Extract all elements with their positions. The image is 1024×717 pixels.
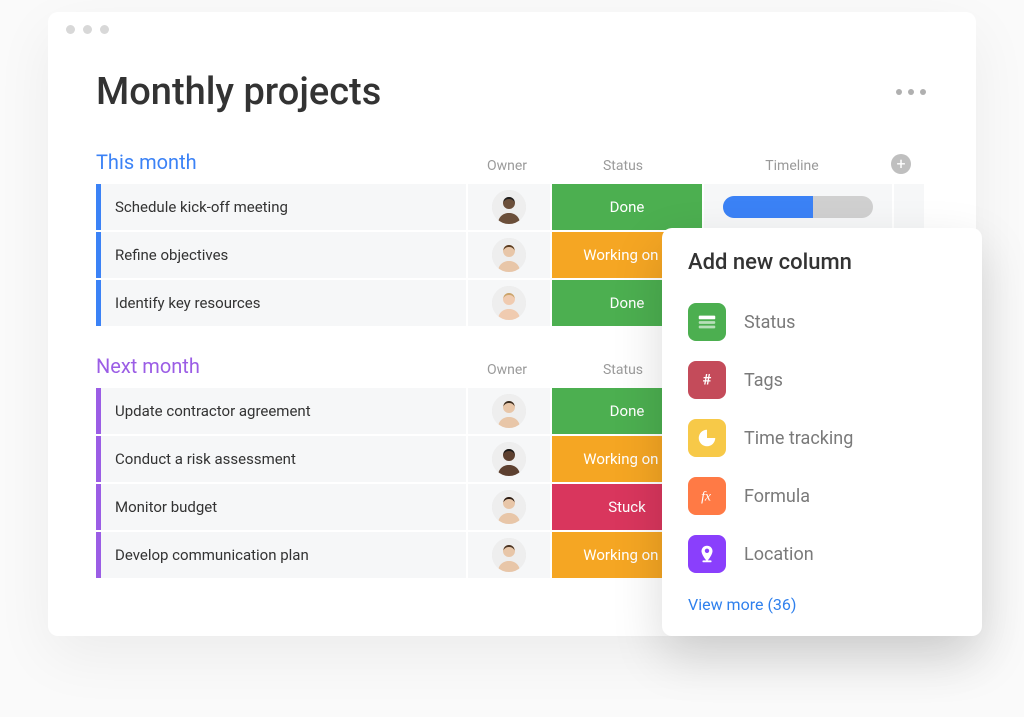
owner-cell[interactable] — [468, 532, 550, 578]
item-name-cell[interactable]: Identify key resources — [96, 280, 466, 326]
board-more-menu[interactable] — [896, 89, 936, 95]
avatar[interactable] — [492, 442, 526, 476]
svg-text:fx: fx — [701, 489, 711, 504]
group-title[interactable]: This month — [96, 150, 466, 178]
owner-cell[interactable] — [468, 484, 550, 530]
view-more-column-types[interactable]: View more (36) — [688, 595, 956, 614]
owner-cell[interactable] — [468, 436, 550, 482]
column-type-option-time[interactable]: Time tracking — [688, 409, 956, 467]
item-name-cell[interactable]: Monitor budget — [96, 484, 466, 530]
column-type-label: Location — [744, 544, 814, 565]
avatar[interactable] — [492, 490, 526, 524]
column-type-option-status[interactable]: Status — [688, 293, 956, 351]
avatar[interactable] — [492, 394, 526, 428]
column-type-option-location[interactable]: Location — [688, 525, 956, 583]
row-tail — [894, 184, 924, 230]
item-name-cell[interactable]: Develop communication plan — [96, 532, 466, 578]
column-header-timeline[interactable]: Timeline — [698, 158, 886, 178]
item-name-cell[interactable]: Update contractor agreement — [96, 388, 466, 434]
column-type-label: Formula — [744, 486, 810, 507]
timeline-bar[interactable] — [723, 196, 873, 218]
time-icon — [688, 419, 726, 457]
owner-cell[interactable] — [468, 388, 550, 434]
column-header-owner[interactable]: Owner — [466, 158, 548, 178]
add-column-title: Add new column — [688, 250, 956, 275]
add-column-button[interactable]: + — [891, 154, 911, 174]
item-name-cell[interactable]: Schedule kick-off meeting — [96, 184, 466, 230]
item-name-cell[interactable]: Conduct a risk assessment — [96, 436, 466, 482]
column-type-option-formula[interactable]: fx Formula — [688, 467, 956, 525]
traffic-light-dot — [100, 25, 109, 34]
column-type-label: Tags — [744, 370, 783, 391]
page-title: Monthly projects — [96, 70, 381, 114]
avatar[interactable] — [492, 286, 526, 320]
traffic-light-dot — [66, 25, 75, 34]
traffic-light-dot — [83, 25, 92, 34]
svg-text:#: # — [703, 371, 712, 389]
status-cell[interactable]: Done — [552, 184, 702, 230]
column-type-label: Time tracking — [744, 428, 853, 449]
formula-icon: fx — [688, 477, 726, 515]
add-column-popover: Add new column Status # Tags Time tracking f… — [662, 228, 982, 636]
owner-cell[interactable] — [468, 232, 550, 278]
owner-cell[interactable] — [468, 280, 550, 326]
column-header-owner[interactable]: Owner — [466, 362, 548, 382]
group-title[interactable]: Next month — [96, 354, 466, 382]
column-type-label: Status — [744, 312, 795, 333]
column-header-status[interactable]: Status — [548, 158, 698, 178]
avatar[interactable] — [492, 538, 526, 572]
avatar[interactable] — [492, 238, 526, 272]
location-icon — [688, 535, 726, 573]
item-name-cell[interactable]: Refine objectives — [96, 232, 466, 278]
avatar[interactable] — [492, 190, 526, 224]
timeline-cell[interactable] — [704, 184, 892, 230]
page-header: Monthly projects — [96, 70, 936, 114]
tags-icon: # — [688, 361, 726, 399]
status-icon — [688, 303, 726, 341]
column-type-option-tags[interactable]: # Tags — [688, 351, 956, 409]
table-row[interactable]: Schedule kick-off meeting Done — [96, 184, 936, 230]
owner-cell[interactable] — [468, 184, 550, 230]
window-titlebar — [48, 12, 976, 46]
